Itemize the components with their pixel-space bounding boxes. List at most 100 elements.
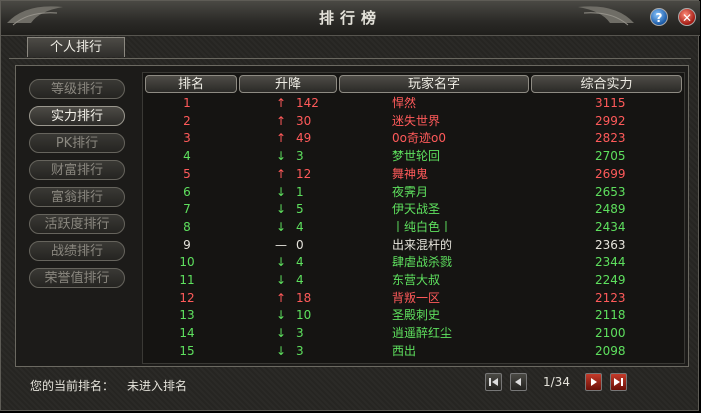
up-arrow-icon: ↑ — [275, 131, 287, 146]
player-name-cell: 出来混杆的 — [392, 237, 453, 252]
player-name-cell: 西出 — [392, 343, 417, 358]
change-cell: 3 — [296, 326, 304, 341]
player-name-cell: 丨纯白色丨 — [392, 219, 453, 234]
ranking-table: 排名 升降 玩家名字 综合实力 1 ↑ 142 悍然 3115 2 ↑ 30 迷失世界 2992 3… — [142, 72, 685, 364]
prev-page-icon — [515, 378, 521, 386]
rank-cell: 2 — [183, 113, 191, 128]
player-name-cell: 伊天战圣 — [392, 202, 441, 217]
sidebar-item-honor-ranking[interactable]: 荣誉值排行 — [29, 268, 125, 288]
player-name-cell: 东营大叔 — [392, 273, 441, 287]
table-row[interactable]: 2 ↑ 30 迷失世界 2992 — [143, 113, 684, 130]
last-page-icon — [614, 378, 623, 386]
rank-cell: 3 — [183, 131, 191, 146]
sidebar-item-activity-ranking[interactable]: 活跃度排行 — [29, 214, 125, 234]
down-arrow-icon: ↓ — [275, 343, 287, 358]
down-arrow-icon: ↓ — [275, 273, 287, 287]
player-name-cell: 肆虐战杀戮 — [392, 255, 453, 270]
power-cell: 2699 — [595, 166, 626, 181]
down-arrow-icon: ↓ — [275, 326, 287, 341]
change-cell: 4 — [296, 255, 304, 270]
rank-cell: 14 — [179, 326, 195, 341]
power-cell: 2344 — [595, 255, 626, 270]
sidebar-item-battle-ranking[interactable]: 战绩排行 — [29, 241, 125, 261]
sidebar-item-rich-ranking[interactable]: 富翁排行 — [29, 187, 125, 207]
tab-personal-ranking[interactable]: 个人排行 — [27, 37, 125, 57]
sidebar-item-pk-ranking[interactable]: PK排行 — [29, 133, 125, 153]
change-cell: 0 — [296, 237, 304, 252]
rank-cell: 10 — [179, 255, 195, 270]
change-cell: 10 — [296, 308, 312, 323]
change-cell: 1 — [296, 184, 304, 199]
next-page-button[interactable] — [585, 373, 602, 391]
last-page-button[interactable] — [610, 373, 627, 391]
power-cell: 3115 — [595, 96, 626, 110]
sidebar-item-level-ranking[interactable]: 等级排行 — [29, 79, 125, 99]
rank-cell: 12 — [179, 290, 195, 305]
power-cell: 2823 — [595, 131, 626, 146]
down-arrow-icon: ↓ — [275, 149, 287, 164]
power-cell: 2653 — [595, 184, 626, 199]
tab-bar: 个人排行 — [9, 37, 691, 59]
change-cell: 4 — [296, 273, 304, 287]
sidebar-item-wealth-ranking[interactable]: 财富排行 — [29, 160, 125, 180]
prev-page-button[interactable] — [510, 373, 527, 391]
down-arrow-icon: ↓ — [275, 308, 287, 323]
ranking-window: 排行榜 ? ✕ 个人排行 等级排行实力排行 PK排行财富排行富翁排行活跃度排行战绩… — [0, 0, 700, 411]
player-name-cell: 夜霁月 — [392, 184, 429, 199]
down-arrow-icon: ↓ — [275, 184, 287, 199]
table-row[interactable]: 5 ↑ 12 舞神鬼 2699 — [143, 166, 684, 183]
table-row[interactable]: 10 ↓ 4 肆虐战杀戮 2344 — [143, 254, 684, 271]
rank-cell: 4 — [183, 149, 191, 164]
change-cell: 12 — [296, 166, 312, 181]
change-cell: 3 — [296, 343, 304, 358]
table-row[interactable]: 7 ↓ 5 伊天战圣 2489 — [143, 201, 684, 218]
sidebar-item-power-ranking[interactable]: 实力排行 — [29, 106, 125, 126]
player-name-cell: 背叛一区 — [392, 290, 441, 305]
next-page-icon — [591, 378, 597, 386]
player-name-cell: 梦世轮回 — [392, 149, 441, 164]
change-cell: 3 — [296, 149, 304, 164]
rank-cell: 9 — [183, 237, 191, 252]
help-button[interactable]: ? — [650, 8, 668, 26]
table-row[interactable]: 3 ↑ 49 0o奇迹o0 2823 — [143, 130, 684, 147]
first-page-button[interactable] — [485, 373, 502, 391]
power-cell: 2123 — [595, 290, 626, 305]
power-cell: 2705 — [595, 149, 626, 164]
down-arrow-icon: ↓ — [275, 219, 287, 234]
ranking-category-sidebar: 等级排行实力排行 PK排行财富排行富翁排行活跃度排行战绩排行荣誉值排行 — [20, 73, 138, 365]
page-indicator: 1/34 — [543, 375, 570, 389]
table-row[interactable]: 15 ↓ 3 西出 2098 — [143, 343, 684, 360]
current-rank-label: 您的当前排名： — [30, 379, 115, 393]
current-rank-value: 未进入排名 — [127, 379, 188, 393]
up-arrow-icon: ↑ — [275, 290, 287, 305]
up-arrow-icon: ↑ — [275, 166, 287, 181]
table-row[interactable]: 12 ↑ 18 背叛一区 2123 — [143, 290, 684, 307]
change-cell: 4 — [296, 219, 304, 234]
header-change[interactable]: 升降 — [239, 75, 337, 93]
change-cell: 142 — [296, 96, 319, 110]
change-cell: 30 — [296, 113, 312, 128]
up-arrow-icon: ↑ — [275, 96, 287, 110]
rank-cell: 7 — [183, 202, 191, 217]
up-arrow-icon: ↑ — [275, 113, 287, 128]
table-row[interactable]: 9 — 0 出来混杆的 2363 — [143, 237, 684, 254]
down-arrow-icon: ↓ — [275, 255, 287, 270]
table-row[interactable]: 6 ↓ 1 夜霁月 2653 — [143, 184, 684, 201]
table-row[interactable]: 14 ↓ 3 逍遥醉红尘 2100 — [143, 325, 684, 342]
table-row[interactable]: 13 ↓ 10 圣殿刺史 2118 — [143, 307, 684, 324]
close-button[interactable]: ✕ — [678, 8, 696, 26]
rank-cell: 11 — [179, 273, 195, 287]
player-name-cell: 圣殿刺史 — [392, 308, 441, 323]
header-player-name[interactable]: 玩家名字 — [339, 75, 529, 93]
rank-cell: 6 — [183, 184, 191, 199]
title-bar[interactable]: 排行榜 ? ✕ — [1, 1, 700, 36]
table-row[interactable]: 8 ↓ 4 丨纯白色丨 2434 — [143, 219, 684, 236]
header-overall-power[interactable]: 综合实力 — [531, 75, 682, 93]
table-row[interactable]: 4 ↓ 3 梦世轮回 2705 — [143, 148, 684, 165]
table-row[interactable]: 1 ↑ 142 悍然 3115 — [143, 95, 684, 112]
first-page-icon — [489, 378, 498, 386]
player-name-cell: 舞神鬼 — [392, 166, 429, 181]
rank-cell: 15 — [179, 343, 195, 358]
table-row[interactable]: 11 ↓ 4 东营大叔 2249 — [143, 272, 684, 289]
header-rank[interactable]: 排名 — [145, 75, 237, 93]
